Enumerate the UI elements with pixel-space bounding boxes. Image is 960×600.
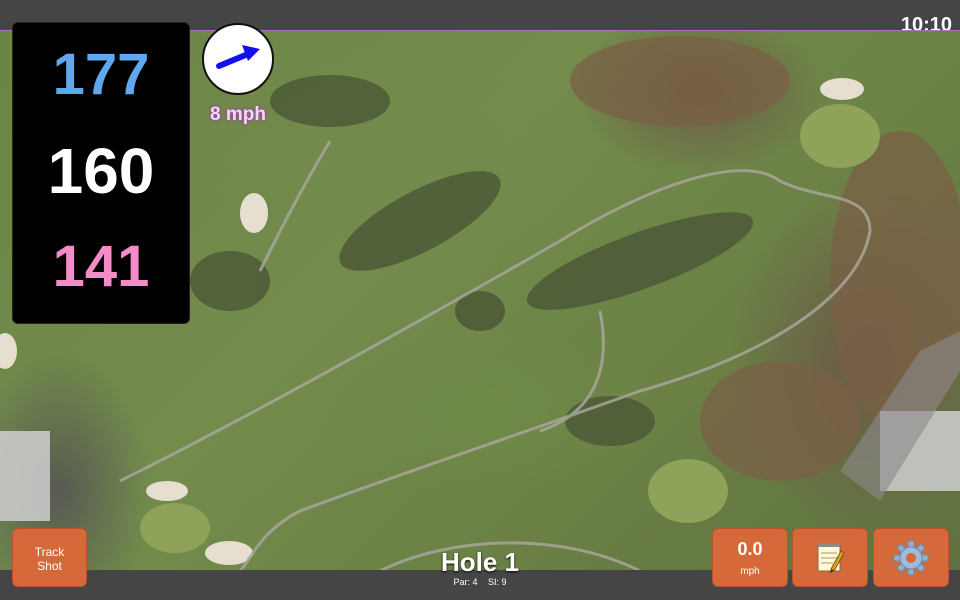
notepad-icon — [817, 543, 845, 573]
settings-button[interactable] — [873, 528, 949, 587]
track-shot-button[interactable]: Track Shot — [12, 528, 87, 587]
middle-distance: 160 — [47, 135, 155, 207]
track-shot-label-line1: Track — [34, 545, 65, 559]
front-distance: 141 — [52, 234, 150, 299]
gear-icon — [893, 540, 929, 576]
track-shot-label-line2: Shot — [37, 559, 62, 573]
hole-info: Par: 4 SI: 9 — [380, 577, 580, 587]
wind-speed-label: 8 mph — [210, 104, 266, 125]
back-distance: 177 — [52, 42, 150, 107]
notes-button[interactable] — [792, 528, 868, 587]
speed-button[interactable]: 0.0 mph — [712, 528, 788, 587]
hole-stroke-index: SI: 9 — [488, 577, 507, 587]
distance-panel: 177 160 141 — [12, 22, 190, 324]
speed-value: 0.0 — [737, 539, 763, 559]
speed-unit: mph — [740, 566, 760, 577]
hole-par: Par: 4 — [453, 577, 478, 587]
hole-title: Hole 1 — [440, 547, 520, 577]
wind-indicator — [202, 23, 274, 95]
wind-direction-arrow-icon — [216, 45, 260, 69]
